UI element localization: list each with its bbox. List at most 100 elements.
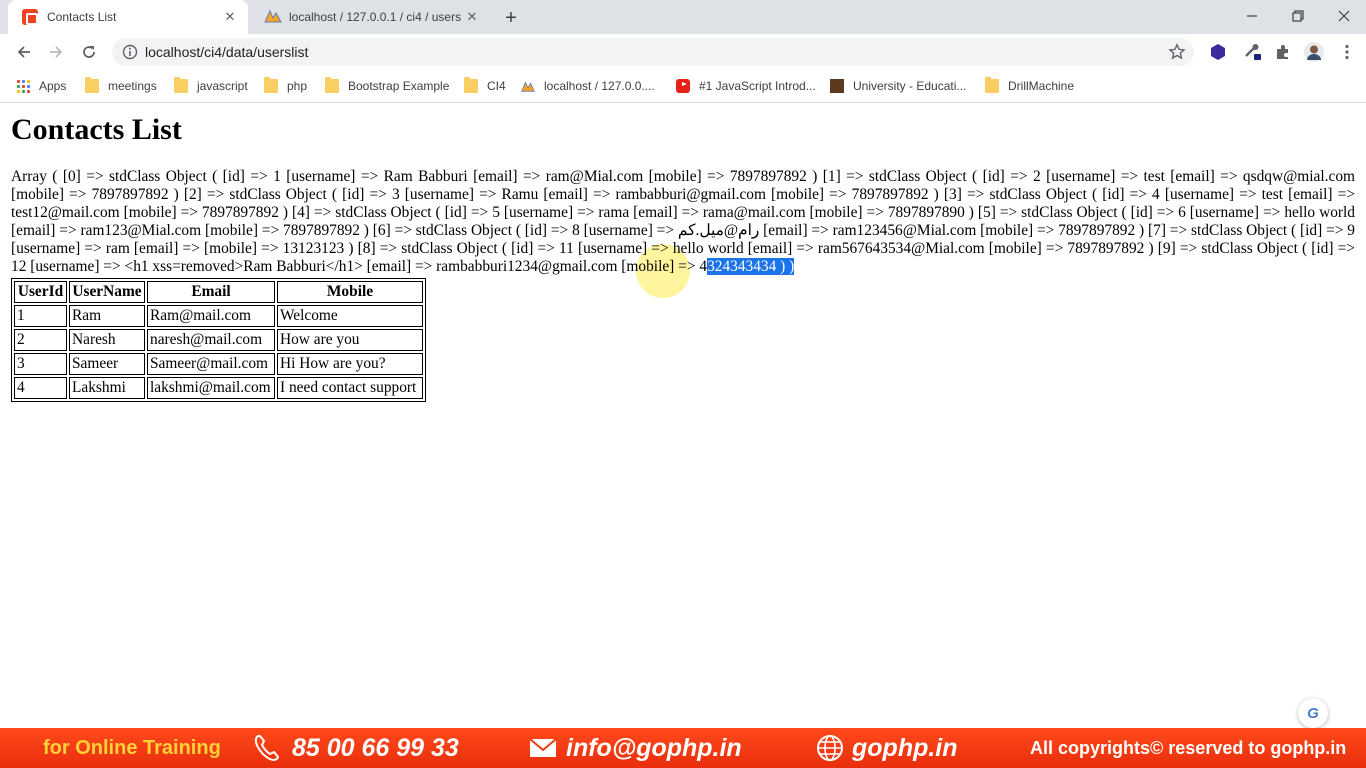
selected-text: 324343434 ) ) — [707, 258, 795, 275]
cell-mobile: How are you — [277, 329, 423, 351]
bookmark-label: localhost / 127.0.0.... — [544, 79, 655, 93]
reload-button[interactable] — [75, 38, 103, 66]
tab-phpmyadmin[interactable]: localhost / 127.0.0.1 / ci4 / users ✕ — [250, 0, 490, 34]
minimize-icon[interactable] — [1229, 0, 1275, 32]
banner-email: info@gophp.in — [528, 728, 742, 768]
bookmark-label: #1 JavaScript Introd... — [699, 79, 816, 93]
phone-icon — [254, 735, 280, 762]
close-tab-icon[interactable]: ✕ — [462, 7, 482, 27]
forward-button[interactable] — [42, 38, 70, 66]
folder-icon — [325, 77, 339, 93]
email-address: info@gophp.in — [566, 733, 742, 762]
page-content: Contacts List Array ( [0] => stdClass Ob… — [0, 104, 1366, 728]
menu-dots-icon[interactable] — [1337, 42, 1357, 62]
cell-userid: 4 — [14, 377, 67, 399]
column-header-mobile: Mobile — [277, 281, 423, 303]
folder-icon — [85, 77, 99, 93]
banner-website: gophp.in — [816, 728, 958, 768]
folder-icon — [264, 77, 278, 93]
array-dump-text: Array ( [0] => stdClass Object ( [id] =>… — [11, 168, 1355, 276]
bookmark-label: CI4 — [487, 79, 506, 93]
bookmark-university[interactable]: University - Educati... — [830, 76, 966, 96]
back-arrow-icon — [17, 46, 30, 58]
bookmark-ci4[interactable]: CI4 — [464, 76, 506, 96]
cell-userid: 3 — [14, 353, 67, 375]
url-text: localhost/ci4/data/userslist — [145, 44, 309, 60]
info-icon[interactable] — [122, 44, 138, 60]
bookmark-meetings[interactable]: meetings — [85, 76, 157, 96]
column-header-userid: UserId — [14, 281, 67, 303]
cell-username: Sameer — [69, 353, 145, 375]
cell-username: Naresh — [69, 329, 145, 351]
bookmark-star-icon[interactable] — [1168, 43, 1186, 61]
contacts-table: UserId UserName Email Mobile 1 Ram Ram@m… — [11, 278, 426, 402]
reload-icon — [83, 46, 95, 58]
apps-grid-icon — [17, 79, 30, 93]
new-tab-button[interactable]: + — [498, 5, 524, 31]
bookmark-label: javascript — [197, 79, 248, 93]
folder-icon — [985, 77, 999, 93]
tab-contacts-list[interactable]: Contacts List ✕ — [8, 0, 248, 34]
bookmark-label: University - Educati... — [853, 79, 967, 93]
phpmyadmin-icon — [521, 81, 535, 92]
bookmark-label: Bootstrap Example — [348, 79, 450, 93]
bookmark-phpmyadmin[interactable]: localhost / 127.0.0.... — [521, 76, 655, 96]
website-url: gophp.in — [852, 733, 958, 762]
profile-avatar[interactable] — [1304, 42, 1324, 62]
bookmark-php[interactable]: php — [264, 76, 307, 96]
close-tab-icon[interactable]: ✕ — [220, 7, 240, 27]
folder-icon — [174, 77, 188, 93]
bookmark-label: meetings — [108, 79, 157, 93]
bookmark-bootstrap-example[interactable]: Bootstrap Example — [325, 76, 449, 96]
globe-icon — [817, 735, 843, 761]
bookmark-apps[interactable]: Apps — [17, 76, 66, 96]
cell-username: Lakshmi — [69, 377, 145, 399]
cell-mobile: I need contact support — [277, 377, 423, 399]
table-row: 1 Ram Ram@mail.com Welcome — [14, 305, 423, 327]
extensions-puzzle-icon[interactable] — [1273, 42, 1293, 62]
browser-toolbar: localhost/ci4/data/userslist — [0, 34, 1366, 70]
university-icon — [830, 79, 844, 93]
folder-icon — [464, 77, 478, 93]
banner-training-text: for Online Training — [43, 736, 221, 759]
close-window-icon[interactable] — [1321, 0, 1366, 32]
cell-username: Ram — [69, 305, 145, 327]
table-row: 3 Sameer Sameer@mail.com Hi How are you? — [14, 353, 423, 375]
cell-email: lakshmi@mail.com — [147, 377, 275, 399]
bookmark-javascript[interactable]: javascript — [174, 76, 248, 96]
restore-icon[interactable] — [1275, 0, 1321, 32]
promo-banner: for Online Training 85 00 66 99 33 info@… — [0, 728, 1366, 768]
youtube-icon — [676, 79, 690, 93]
cell-userid: 1 — [14, 305, 67, 327]
back-button[interactable] — [10, 38, 38, 66]
table-row: 2 Naresh naresh@mail.com How are you — [14, 329, 423, 351]
table-header-row: UserId UserName Email Mobile — [14, 281, 423, 303]
g-badge-icon[interactable]: G — [1298, 698, 1328, 728]
bookmark-drillmachine[interactable]: DrillMachine — [985, 76, 1074, 96]
phone-number: 85 00 66 99 33 — [292, 733, 459, 762]
cell-email: Sameer@mail.com — [147, 353, 275, 375]
email-icon — [529, 738, 557, 757]
bookmarks-bar: Apps meetings javascript php Bootstrap E… — [0, 70, 1366, 103]
bookmark-label: php — [287, 79, 308, 93]
bookmark-javascript-intro[interactable]: #1 JavaScript Introd... — [676, 76, 816, 96]
bookmark-label: DrillMachine — [1008, 79, 1075, 93]
tab-title: Contacts List — [47, 10, 117, 24]
extension-tool-icon[interactable] — [1243, 42, 1263, 62]
forward-arrow-icon — [50, 46, 63, 58]
bookmark-label: Apps — [39, 79, 67, 93]
phpmyadmin-icon — [264, 9, 282, 25]
cell-mobile: Hi How are you? — [277, 353, 423, 375]
tab-title: localhost / 127.0.0.1 / ci4 / users — [289, 10, 462, 24]
table-row: 4 Lakshmi lakshmi@mail.com I need contac… — [14, 377, 423, 399]
tab-strip: Contacts List ✕ localhost / 127.0.0.1 / … — [0, 0, 1366, 34]
column-header-username: UserName — [69, 281, 145, 303]
extension-hexagon-icon[interactable] — [1208, 42, 1228, 62]
cell-userid: 2 — [14, 329, 67, 351]
column-header-email: Email — [147, 281, 275, 303]
address-bar[interactable]: localhost/ci4/data/userslist — [112, 38, 1194, 66]
banner-phone: 85 00 66 99 33 — [252, 728, 459, 768]
codeigniter-icon — [22, 9, 38, 25]
array-dump-body: Array ( [0] => stdClass Object ( [id] =>… — [11, 168, 1355, 275]
page-title: Contacts List — [11, 113, 182, 146]
